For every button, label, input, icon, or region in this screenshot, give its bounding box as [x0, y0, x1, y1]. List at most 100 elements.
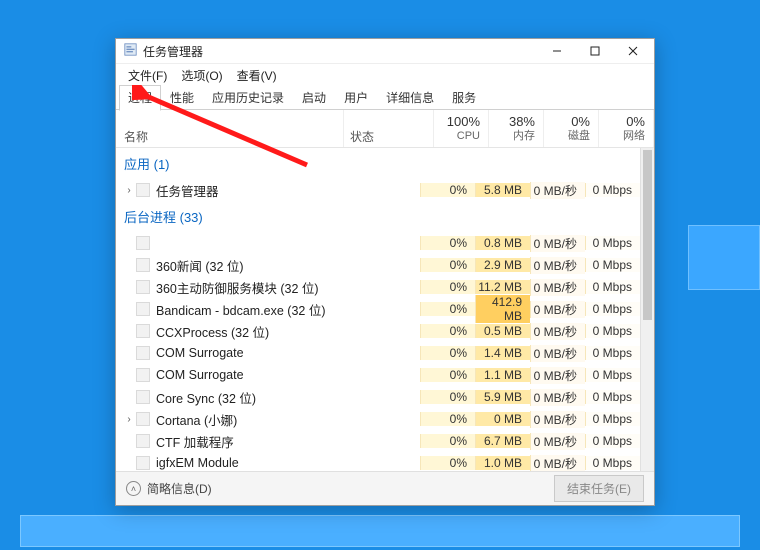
tab-strip: 进程 性能 应用历史记录 启动 用户 详细信息 服务 — [116, 86, 654, 110]
process-row[interactable]: 0% 0.8 MB 0 MB/秒 0 Mbps — [116, 232, 640, 254]
process-name: COM Surrogate — [156, 368, 244, 382]
tab-performance[interactable]: 性能 — [161, 85, 203, 110]
net-cell: 0 Mbps — [585, 390, 640, 404]
process-name: COM Surrogate — [156, 346, 244, 360]
maximize-button[interactable] — [576, 39, 614, 63]
scrollbar-thumb[interactable] — [643, 150, 652, 320]
group-background[interactable]: 后台进程 (33) — [116, 201, 640, 232]
process-icon — [136, 346, 150, 360]
net-cell: 0 Mbps — [585, 412, 640, 426]
window-title: 任务管理器 — [143, 43, 203, 60]
net-cell: 0 Mbps — [585, 236, 640, 250]
process-name: 任务管理器 — [156, 181, 219, 200]
tab-users[interactable]: 用户 — [335, 85, 377, 110]
process-row[interactable]: › Cortana (小娜) 0% 0 MB 0 MB/秒 0 Mbps — [116, 408, 640, 430]
col-disk[interactable]: 0% 磁盘 — [544, 110, 599, 147]
end-task-button[interactable]: 结束任务(E) — [554, 475, 644, 502]
tab-app-history[interactable]: 应用历史记录 — [203, 85, 293, 110]
process-icon — [136, 280, 150, 294]
disk-cell: 0 MB/秒 — [530, 433, 585, 450]
fewer-details-toggle[interactable]: ˄ 简略信息(D) — [126, 480, 212, 497]
vertical-scrollbar[interactable] — [640, 148, 654, 471]
process-grid: 名称 状态 100% CPU 38% 内存 0% 磁盘 0% 网络 — [116, 110, 654, 471]
process-icon — [136, 258, 150, 272]
col-cpu[interactable]: 100% CPU — [434, 110, 489, 147]
disk-cell: 0 MB/秒 — [530, 389, 585, 406]
net-cell: 0 Mbps — [585, 368, 640, 382]
tab-startup[interactable]: 启动 — [293, 85, 335, 110]
col-network[interactable]: 0% 网络 — [599, 110, 654, 147]
mem-cell: 0.8 MB — [475, 236, 530, 250]
process-icon — [136, 412, 150, 426]
close-button[interactable] — [614, 39, 652, 63]
process-row[interactable]: Bandicam - bdcam.exe (32 位) 0% 412.9 MB … — [116, 298, 640, 320]
process-row[interactable]: › 任务管理器 0% 5.8 MB 0 MB/秒 0 Mbps — [116, 179, 640, 201]
menu-options[interactable]: 选项(O) — [175, 65, 228, 86]
expand-icon[interactable]: › — [122, 185, 136, 196]
disk-cell: 0 MB/秒 — [530, 279, 585, 296]
process-row[interactable]: Core Sync (32 位) 0% 5.9 MB 0 MB/秒 0 Mbps — [116, 386, 640, 408]
process-row[interactable]: CTF 加载程序 0% 6.7 MB 0 MB/秒 0 Mbps — [116, 430, 640, 452]
process-icon — [136, 368, 150, 382]
tab-processes[interactable]: 进程 — [119, 85, 161, 111]
col-memory[interactable]: 38% 内存 — [489, 110, 544, 147]
process-row[interactable]: 360主动防御服务模块 (32 位) 0% 11.2 MB 0 MB/秒 0 M… — [116, 276, 640, 298]
process-row[interactable]: igfxEM Module 0% 1.0 MB 0 MB/秒 0 Mbps — [116, 452, 640, 471]
process-icon — [136, 434, 150, 448]
mem-label: 内存 — [489, 130, 535, 144]
process-row[interactable]: COM Surrogate 0% 1.1 MB 0 MB/秒 0 Mbps — [116, 364, 640, 386]
col-name[interactable]: 名称 — [116, 110, 344, 147]
net-cell: 0 Mbps — [585, 280, 640, 294]
mem-cell: 1.4 MB — [475, 346, 530, 360]
disk-cell: 0 MB/秒 — [530, 182, 585, 199]
disk-cell: 0 MB/秒 — [530, 367, 585, 384]
net-cell: 0 Mbps — [585, 183, 640, 197]
mem-cell: 1.0 MB — [475, 456, 530, 470]
app-icon — [124, 43, 137, 59]
menu-file[interactable]: 文件(F) — [122, 65, 173, 86]
chevron-up-icon: ˄ — [126, 481, 141, 496]
disk-percent: 0% — [544, 114, 590, 130]
process-name: CCXProcess (32 位) — [156, 322, 269, 341]
cpu-cell: 0% — [420, 390, 475, 404]
disk-cell: 0 MB/秒 — [530, 301, 585, 318]
menu-view[interactable]: 查看(V) — [231, 65, 283, 86]
tab-services[interactable]: 服务 — [443, 85, 485, 110]
net-cell: 0 Mbps — [585, 456, 640, 470]
window-footer: ˄ 简略信息(D) 结束任务(E) — [116, 471, 654, 505]
cpu-cell: 0% — [420, 324, 475, 338]
process-icon — [136, 390, 150, 404]
process-row[interactable]: COM Surrogate 0% 1.4 MB 0 MB/秒 0 Mbps — [116, 342, 640, 364]
cpu-cell: 0% — [420, 434, 475, 448]
mem-cell: 412.9 MB — [475, 295, 530, 323]
mem-cell: 1.1 MB — [475, 368, 530, 382]
minimize-button[interactable] — [538, 39, 576, 63]
expand-icon[interactable]: › — [122, 414, 136, 425]
net-percent: 0% — [599, 114, 645, 130]
cpu-percent: 100% — [434, 114, 480, 130]
col-status[interactable]: 状态 — [344, 110, 434, 147]
process-icon — [136, 302, 150, 316]
process-icon — [136, 324, 150, 338]
disk-cell: 0 MB/秒 — [530, 257, 585, 274]
process-name: 360新闻 (32 位) — [156, 256, 244, 275]
desktop-panel-bottom — [20, 515, 740, 547]
net-cell: 0 Mbps — [585, 258, 640, 272]
net-cell: 0 Mbps — [585, 324, 640, 338]
disk-cell: 0 MB/秒 — [530, 455, 585, 472]
process-icon — [136, 456, 150, 470]
cpu-cell: 0% — [420, 280, 475, 294]
mem-cell: 0.5 MB — [475, 324, 530, 338]
cpu-label: CPU — [434, 130, 480, 144]
cpu-cell: 0% — [420, 183, 475, 197]
tab-details[interactable]: 详细信息 — [377, 85, 443, 110]
group-apps[interactable]: 应用 (1) — [116, 148, 640, 179]
process-name: Cortana (小娜) — [156, 410, 237, 429]
task-manager-window: 任务管理器 文件(F) 选项(O) 查看(V) 进程 性能 应用历史记录 启动 … — [115, 38, 655, 506]
column-headers: 名称 状态 100% CPU 38% 内存 0% 磁盘 0% 网络 — [116, 110, 654, 148]
process-name: Bandicam - bdcam.exe (32 位) — [156, 300, 326, 319]
process-row[interactable]: CCXProcess (32 位) 0% 0.5 MB 0 MB/秒 0 Mbp… — [116, 320, 640, 342]
mem-cell: 2.9 MB — [475, 258, 530, 272]
menu-bar: 文件(F) 选项(O) 查看(V) — [116, 64, 654, 86]
process-row[interactable]: 360新闻 (32 位) 0% 2.9 MB 0 MB/秒 0 Mbps — [116, 254, 640, 276]
